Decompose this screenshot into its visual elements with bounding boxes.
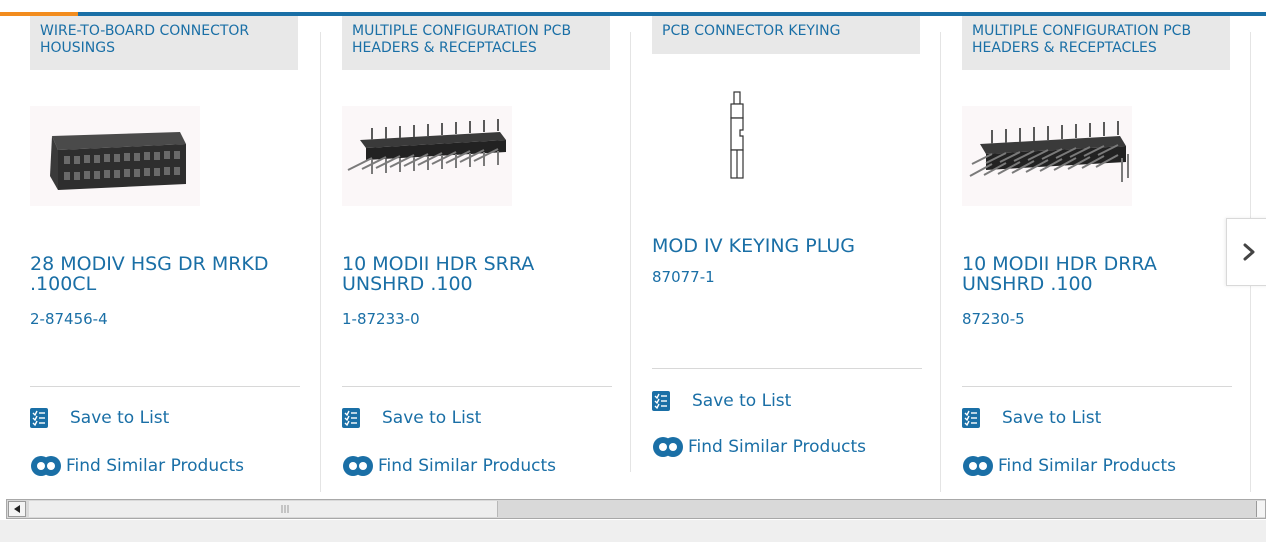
save-to-list-label: Save to List — [692, 391, 792, 411]
part-number-link[interactable]: 2-87456-4 — [30, 310, 108, 328]
divider-line — [342, 386, 612, 387]
arrow-left-icon — [14, 505, 20, 513]
product-name-link[interactable]: MOD IV KEYING PLUG — [652, 236, 920, 256]
carousel-next-button[interactable] — [1226, 218, 1266, 286]
divider-line — [30, 386, 300, 387]
part-number-link[interactable]: 87077-1 — [652, 268, 715, 286]
divider-line — [652, 368, 922, 369]
product-category[interactable]: PCB CONNECTOR KEYING — [652, 16, 920, 54]
part-number-link[interactable]: 1-87233-0 — [342, 310, 420, 328]
product-card: MULTIPLE CONFIGURATION PCB HEADERS & REC… — [342, 16, 614, 492]
find-similar-label: Find Similar Products — [378, 456, 556, 476]
checklist-icon — [652, 391, 670, 411]
save-to-list-button[interactable]: Save to List — [962, 408, 1101, 428]
find-similar-label: Find Similar Products — [66, 456, 244, 476]
product-name-link[interactable]: 28 MODIV HSG DR MRKD .100CL — [30, 254, 298, 294]
connector-housing-image[interactable] — [30, 106, 200, 206]
product-name-link[interactable]: 10 MODII HDR SRRA UNSHRD .100 — [342, 254, 610, 294]
save-to-list-label: Save to List — [70, 408, 170, 428]
card-divider — [940, 32, 941, 492]
card-divider — [630, 32, 631, 472]
product-card: PCB CONNECTOR KEYING MOD IV KEYING PLUG … — [652, 16, 924, 492]
similar-products-icon — [653, 437, 683, 457]
part-number-link[interactable]: 87230-5 — [962, 310, 1025, 328]
single-row-header-image[interactable] — [342, 106, 512, 206]
product-card: MULTIPLE CONFIGURATION PCB HEADERS & REC… — [962, 16, 1234, 492]
product-category[interactable]: MULTIPLE CONFIGURATION PCB HEADERS & REC… — [962, 16, 1230, 70]
grip-icon — [281, 505, 289, 513]
chevron-right-icon — [1243, 243, 1255, 261]
product-name-link[interactable]: 10 MODII HDR DRRA UNSHRD .100 — [962, 254, 1230, 294]
find-similar-label: Find Similar Products — [998, 456, 1176, 476]
scroll-left-button[interactable] — [8, 501, 26, 517]
footer-area — [0, 520, 1266, 542]
similar-products-icon — [963, 456, 993, 476]
product-carousel: WIRE-TO-BOARD CONNECTOR HOUSINGS 28 MODI… — [0, 16, 1266, 492]
find-similar-label: Find Similar Products — [688, 437, 866, 457]
save-to-list-label: Save to List — [1002, 408, 1102, 428]
checklist-icon — [30, 408, 48, 428]
save-to-list-button[interactable]: Save to List — [30, 408, 169, 428]
scrollbar-thumb[interactable] — [29, 501, 498, 517]
checklist-icon — [342, 408, 360, 428]
horizontal-scrollbar[interactable] — [6, 499, 1266, 519]
product-card: WIRE-TO-BOARD CONNECTOR HOUSINGS 28 MODI… — [30, 16, 302, 492]
scroll-right-button[interactable] — [1256, 501, 1265, 517]
save-to-list-button[interactable]: Save to List — [342, 408, 481, 428]
save-to-list-button[interactable]: Save to List — [652, 391, 791, 411]
checklist-icon — [962, 408, 980, 428]
divider-line — [962, 386, 1232, 387]
card-divider — [320, 32, 321, 492]
find-similar-products-button[interactable]: Find Similar Products — [652, 435, 866, 459]
find-similar-products-button[interactable]: Find Similar Products — [962, 454, 1176, 478]
save-to-list-label: Save to List — [382, 408, 482, 428]
product-category[interactable]: WIRE-TO-BOARD CONNECTOR HOUSINGS — [30, 16, 298, 70]
product-category[interactable]: MULTIPLE CONFIGURATION PCB HEADERS & REC… — [342, 16, 610, 70]
find-similar-products-button[interactable]: Find Similar Products — [342, 454, 556, 478]
find-similar-products-button[interactable]: Find Similar Products — [30, 454, 244, 478]
similar-products-icon — [31, 456, 61, 476]
keying-plug-image[interactable] — [712, 88, 762, 188]
similar-products-icon — [343, 456, 373, 476]
double-row-header-image[interactable] — [962, 106, 1132, 206]
